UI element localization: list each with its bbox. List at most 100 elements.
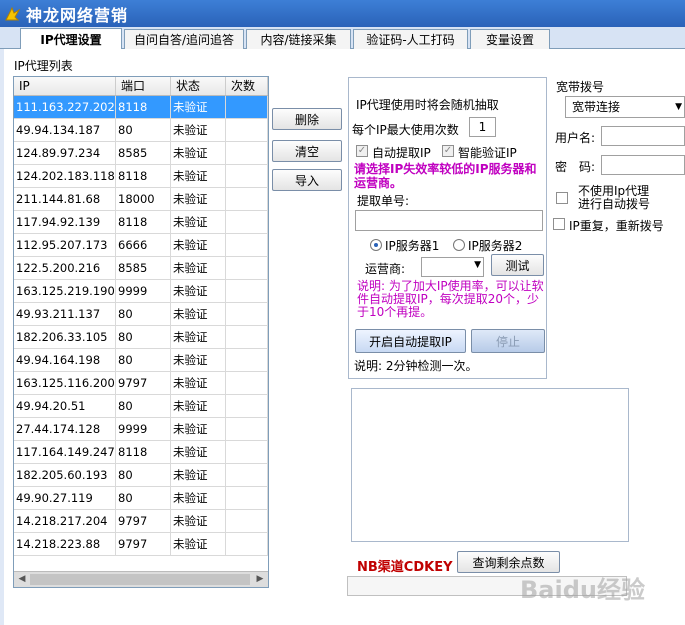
cell-count: [226, 303, 268, 325]
start-auto-fetch-button[interactable]: 开启自动提取IP: [355, 329, 466, 353]
cell-count: [226, 510, 268, 532]
carrier-select[interactable]: ▼: [421, 257, 484, 277]
tab-ip-proxy[interactable]: IP代理设置: [20, 28, 122, 49]
table-row[interactable]: 124.202.183.118 8118 未验证: [14, 165, 268, 188]
cell-port: 80: [116, 349, 171, 371]
cell-port: 8118: [116, 211, 171, 233]
max-use-input[interactable]: 1: [469, 117, 496, 137]
cell-port: 8118: [116, 96, 171, 118]
cell-ip: 122.5.200.216: [14, 257, 116, 279]
cell-ip: 49.93.211.137: [14, 303, 116, 325]
no-proxy-dial-label: 不使用Ip代理 进行自动拨号: [578, 185, 650, 211]
cell-ip: 117.94.92.139: [14, 211, 116, 233]
column-header-count[interactable]: 次数: [226, 77, 268, 95]
column-header-port[interactable]: 端口: [116, 77, 171, 95]
connection-select[interactable]: 宽带连接 ▼: [565, 96, 685, 118]
tab-self-qa[interactable]: 自问自答/追问追答: [124, 29, 244, 49]
order-number-input[interactable]: [355, 210, 543, 231]
log-output-box[interactable]: [351, 388, 629, 542]
cell-status: 未验证: [171, 280, 226, 302]
cell-status: 未验证: [171, 188, 226, 210]
cell-status: 未验证: [171, 211, 226, 233]
table-row[interactable]: 117.94.92.139 8118 未验证: [14, 211, 268, 234]
cell-ip: 14.218.217.204: [14, 510, 116, 532]
delete-button[interactable]: 删除: [272, 108, 342, 130]
table-row[interactable]: 49.93.211.137 80 未验证: [14, 303, 268, 326]
cell-port: 18000: [116, 188, 171, 210]
cell-status: 未验证: [171, 395, 226, 417]
cell-status: 未验证: [171, 165, 226, 187]
tab-content-collect[interactable]: 内容/链接采集: [246, 29, 351, 49]
smart-verify-label: 智能验证IP: [458, 146, 517, 160]
table-row[interactable]: 163.125.116.200 9797 未验证: [14, 372, 268, 395]
table-row[interactable]: 122.5.200.216 8585 未验证: [14, 257, 268, 280]
server-warning-text: 请选择IP失效率较低的IP服务器和运营商。: [354, 162, 537, 190]
table-row[interactable]: 163.125.219.190 9999 未验证: [14, 280, 268, 303]
cell-port: 9797: [116, 533, 171, 555]
tab-captcha[interactable]: 验证码-人工打码: [353, 29, 468, 49]
table-row[interactable]: 49.94.134.187 80 未验证: [14, 119, 268, 142]
ip-list-table[interactable]: IP 端口 状态 次数 111.163.227.202 8118 未验证 49.94.…: [13, 76, 269, 588]
smart-verify-checkbox[interactable]: ✓: [442, 145, 454, 157]
table-row[interactable]: 14.218.217.204 9797 未验证: [14, 510, 268, 533]
cell-count: [226, 165, 268, 187]
password-input[interactable]: [601, 155, 685, 175]
password-label: 密 码:: [555, 160, 596, 174]
max-use-label: 每个IP最大使用次数: [352, 123, 459, 137]
column-header-status[interactable]: 状态: [171, 77, 226, 95]
cell-status: 未验证: [171, 96, 226, 118]
auto-fetch-note: 说明: 为了加大IP使用率，可以让软件自动提取IP，每次提取20个，少于10个再…: [357, 279, 544, 319]
cell-ip: 211.144.81.68: [14, 188, 116, 210]
ip-repeat-redial-checkbox[interactable]: [553, 218, 565, 230]
table-row[interactable]: 111.163.227.202 8118 未验证: [14, 96, 268, 119]
cell-status: 未验证: [171, 464, 226, 486]
stop-button[interactable]: 停止: [471, 329, 545, 353]
import-button[interactable]: 导入: [272, 169, 342, 191]
auto-fetch-checkbox[interactable]: ✓: [356, 145, 368, 157]
horizontal-scrollbar[interactable]: ◀ ▶: [14, 571, 268, 587]
table-row[interactable]: 182.205.60.193 80 未验证: [14, 464, 268, 487]
column-header-ip[interactable]: IP: [14, 77, 116, 95]
server1-label: IP服务器1: [385, 239, 440, 253]
table-row[interactable]: 124.89.97.234 8585 未验证: [14, 142, 268, 165]
dragon-logo-icon: [5, 6, 21, 20]
table-row[interactable]: 49.94.164.198 80 未验证: [14, 349, 268, 372]
cell-ip: 49.94.164.198: [14, 349, 116, 371]
tab-variables[interactable]: 变量设置: [470, 29, 550, 49]
cell-count: [226, 280, 268, 302]
scroll-right-icon[interactable]: ▶: [252, 572, 268, 587]
cell-port: 6666: [116, 234, 171, 256]
cell-status: 未验证: [171, 257, 226, 279]
dialup-section-label: 宽带拨号: [556, 80, 605, 94]
cell-port: 9797: [116, 510, 171, 532]
clear-button[interactable]: 清空: [272, 140, 342, 162]
scroll-left-icon[interactable]: ◀: [14, 572, 30, 587]
cell-count: [226, 257, 268, 279]
table-row[interactable]: 112.95.207.173 6666 未验证: [14, 234, 268, 257]
test-button[interactable]: 测试: [491, 254, 544, 276]
username-input[interactable]: [601, 126, 685, 146]
table-row[interactable]: 49.94.20.51 80 未验证: [14, 395, 268, 418]
cell-count: [226, 464, 268, 486]
cell-ip: 163.125.116.200: [14, 372, 116, 394]
table-row[interactable]: 14.218.223.88 9797 未验证: [14, 533, 268, 556]
cell-count: [226, 418, 268, 440]
cell-port: 80: [116, 487, 171, 509]
table-row[interactable]: 49.90.27.119 80 未验证: [14, 487, 268, 510]
ip-list-title: IP代理列表: [14, 59, 73, 73]
cell-ip: 49.94.134.187: [14, 119, 116, 141]
random-pick-heading: IP代理使用时将会随机抽取: [356, 98, 499, 112]
cell-count: [226, 234, 268, 256]
scrollbar-thumb[interactable]: [30, 574, 250, 585]
table-row[interactable]: 182.206.33.105 80 未验证: [14, 326, 268, 349]
table-row[interactable]: 117.164.149.247 8118 未验证: [14, 441, 268, 464]
cell-port: 8585: [116, 142, 171, 164]
cell-port: 80: [116, 303, 171, 325]
username-label: 用户名:: [555, 131, 596, 145]
table-row[interactable]: 27.44.174.128 9999 未验证: [14, 418, 268, 441]
server1-radio[interactable]: [370, 239, 382, 251]
ip-repeat-redial-label: IP重复，重新拨号: [569, 219, 664, 233]
no-proxy-dial-checkbox[interactable]: [556, 192, 568, 204]
server2-radio[interactable]: [453, 239, 465, 251]
table-row[interactable]: 211.144.81.68 18000 未验证: [14, 188, 268, 211]
